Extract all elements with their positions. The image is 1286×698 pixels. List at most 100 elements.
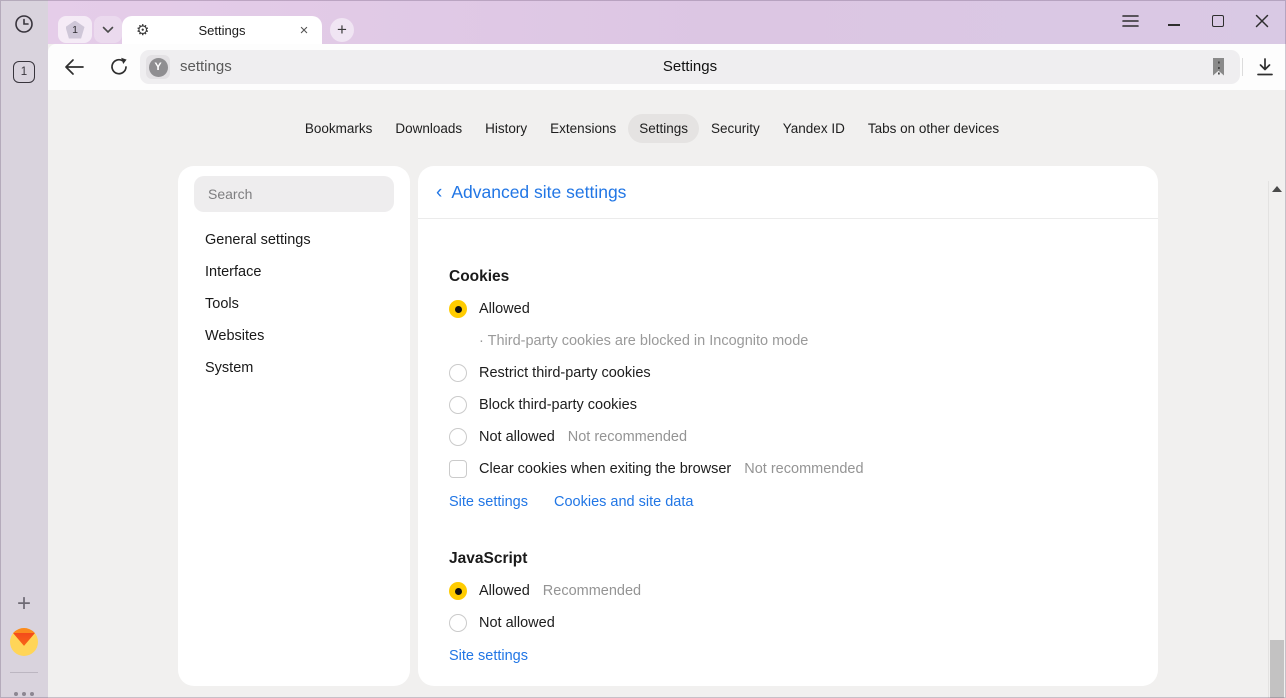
option-clear-cookies-when-exiting-the-browser[interactable]: Clear cookies when exiting the browser No…: [449, 453, 1158, 485]
plus-icon: +: [17, 590, 31, 618]
download-icon: [1256, 58, 1274, 77]
minimize-icon: [1168, 24, 1180, 26]
window-menu-button[interactable]: [1116, 8, 1144, 34]
rail-divider: [10, 672, 38, 673]
link-site-settings[interactable]: Site settings: [449, 648, 528, 664]
window-minimize-button[interactable]: [1160, 8, 1188, 34]
sidebar-item-websites[interactable]: Websites: [178, 320, 410, 352]
option-allowed[interactable]: Allowed Recommended: [449, 575, 1158, 607]
option-block-third-party-cookies[interactable]: Block third-party cookies: [449, 389, 1158, 421]
yandex-mail-icon: [10, 628, 38, 656]
sidebar-items: General settingsInterfaceToolsWebsitesSy…: [178, 224, 410, 384]
settings-sidebar: General settingsInterfaceToolsWebsitesSy…: [178, 166, 410, 686]
nav-tab-history[interactable]: History: [474, 114, 538, 143]
tab-strip: 1 ⚙ Settings × +: [48, 0, 1286, 44]
radio-selected-icon: [449, 300, 467, 318]
nav-tab-bookmarks[interactable]: Bookmarks: [294, 114, 384, 143]
checkbox-unselected-icon: [449, 460, 467, 478]
nav-tab-extensions[interactable]: Extensions: [539, 114, 627, 143]
chevron-down-icon: [102, 26, 114, 34]
settings-sections: Cookies Allowed · Third-party cookies are …: [418, 219, 1158, 664]
tab-list-dropdown-button[interactable]: [94, 16, 122, 43]
scrollbar-thumb[interactable]: [1270, 640, 1284, 698]
tab-count-icon: 1: [13, 61, 35, 83]
option-label: Restrict third-party cookies: [479, 365, 651, 381]
dot-icon: [14, 692, 18, 696]
settings-nav: BookmarksDownloadsHistoryExtensionsSetti…: [48, 114, 1256, 143]
downloads-button[interactable]: [1252, 55, 1278, 79]
active-tab[interactable]: ⚙ Settings ×: [122, 16, 322, 44]
address-bar[interactable]: Y settings Settings: [140, 50, 1240, 84]
option-label: Allowed: [479, 583, 530, 599]
sidebar-item-interface[interactable]: Interface: [178, 256, 410, 288]
back-button[interactable]: [61, 55, 87, 79]
section-links: Site settings: [449, 648, 1158, 664]
section-cookies: Cookies Allowed · Third-party cookies are …: [449, 268, 1158, 510]
link-site-settings[interactable]: Site settings: [449, 494, 528, 510]
window-close-button[interactable]: [1248, 8, 1276, 34]
radio-unselected-icon: [449, 364, 467, 382]
dot-icon: [30, 692, 34, 696]
option-label: Clear cookies when exiting the browser: [479, 461, 731, 477]
sidebar-item-general-settings[interactable]: General settings: [178, 224, 410, 256]
option-not-allowed[interactable]: Not allowedNot recommended: [449, 421, 1158, 453]
option-allowed[interactable]: Allowed: [449, 293, 1158, 325]
link-cookies-and-site-data[interactable]: Cookies and site data: [554, 494, 693, 510]
section-javascript: JavaScript Allowed Recommended Not allowed S…: [449, 550, 1158, 664]
history-button[interactable]: [0, 6, 48, 42]
radio-unselected-icon: [449, 396, 467, 414]
settings-main-panel: ‹ Advanced site settings Cookies Allowed ·…: [418, 166, 1158, 686]
section-heading: JavaScript: [449, 550, 1158, 568]
close-icon: [1255, 14, 1269, 28]
scrollbar[interactable]: [1268, 181, 1285, 698]
tab-title: Settings: [122, 23, 322, 38]
section-heading: Cookies: [449, 268, 1158, 286]
clock-icon: [13, 13, 35, 35]
reload-icon: [109, 57, 129, 77]
nav-tab-security[interactable]: Security: [700, 114, 771, 143]
chevron-left-icon: ‹: [436, 183, 442, 202]
sidebar-item-tools[interactable]: Tools: [178, 288, 410, 320]
toolbar-divider: [1242, 58, 1243, 76]
tab-close-button[interactable]: ×: [295, 21, 313, 39]
dot-icon: [22, 692, 26, 696]
sidebar-item-system[interactable]: System: [178, 352, 410, 384]
nav-tab-tabs-on-other-devices[interactable]: Tabs on other devices: [857, 114, 1010, 143]
radio-unselected-icon: [449, 428, 467, 446]
advanced-site-settings-back[interactable]: ‹ Advanced site settings: [418, 166, 1158, 219]
toolbar: Y settings Settings ⋮: [48, 44, 1286, 90]
tab-group-count-button[interactable]: 1: [58, 16, 92, 43]
side-rail: 1 +: [0, 0, 48, 698]
option-not-allowed[interactable]: Not allowed: [449, 607, 1158, 639]
option-note: Recommended: [543, 583, 641, 599]
address-page-title: Settings: [140, 50, 1240, 84]
tab-panel-button[interactable]: 1: [0, 54, 48, 90]
option-label: Not allowed: [479, 615, 555, 631]
option-label: Block third-party cookies: [479, 397, 637, 413]
nav-tab-downloads[interactable]: Downloads: [384, 114, 473, 143]
radio-selected-icon: [449, 582, 467, 600]
section-links: Site settings Cookies and site data: [449, 494, 1158, 510]
search-input[interactable]: [194, 186, 394, 202]
option-restrict-third-party-cookies[interactable]: Restrict third-party cookies: [449, 357, 1158, 389]
yandex-mail-button[interactable]: [0, 624, 48, 660]
option-note: Not recommended: [568, 429, 687, 445]
nav-tab-yandex-id[interactable]: Yandex ID: [772, 114, 856, 143]
scroll-up-icon[interactable]: [1272, 186, 1282, 192]
reload-button[interactable]: [106, 55, 132, 79]
window-maximize-button[interactable]: [1204, 8, 1232, 34]
nav-tab-settings[interactable]: Settings: [628, 114, 699, 143]
back-arrow-icon: [64, 58, 85, 76]
toolbar-more-button[interactable]: ⋮: [1206, 55, 1232, 79]
maximize-icon: [1212, 15, 1224, 27]
rail-add-button[interactable]: +: [0, 586, 48, 622]
option-label: Allowed: [479, 301, 530, 317]
page-title: Advanced site settings: [451, 182, 626, 203]
hamburger-icon: [1122, 14, 1139, 28]
new-tab-button[interactable]: +: [330, 18, 354, 42]
rail-more-button[interactable]: [0, 676, 48, 698]
search-box: [194, 176, 394, 212]
option-subnote: · Third-party cookies are blocked in Inc…: [449, 325, 1158, 357]
option-note: Not recommended: [744, 461, 863, 477]
tab-group-chip: 1: [58, 16, 122, 43]
